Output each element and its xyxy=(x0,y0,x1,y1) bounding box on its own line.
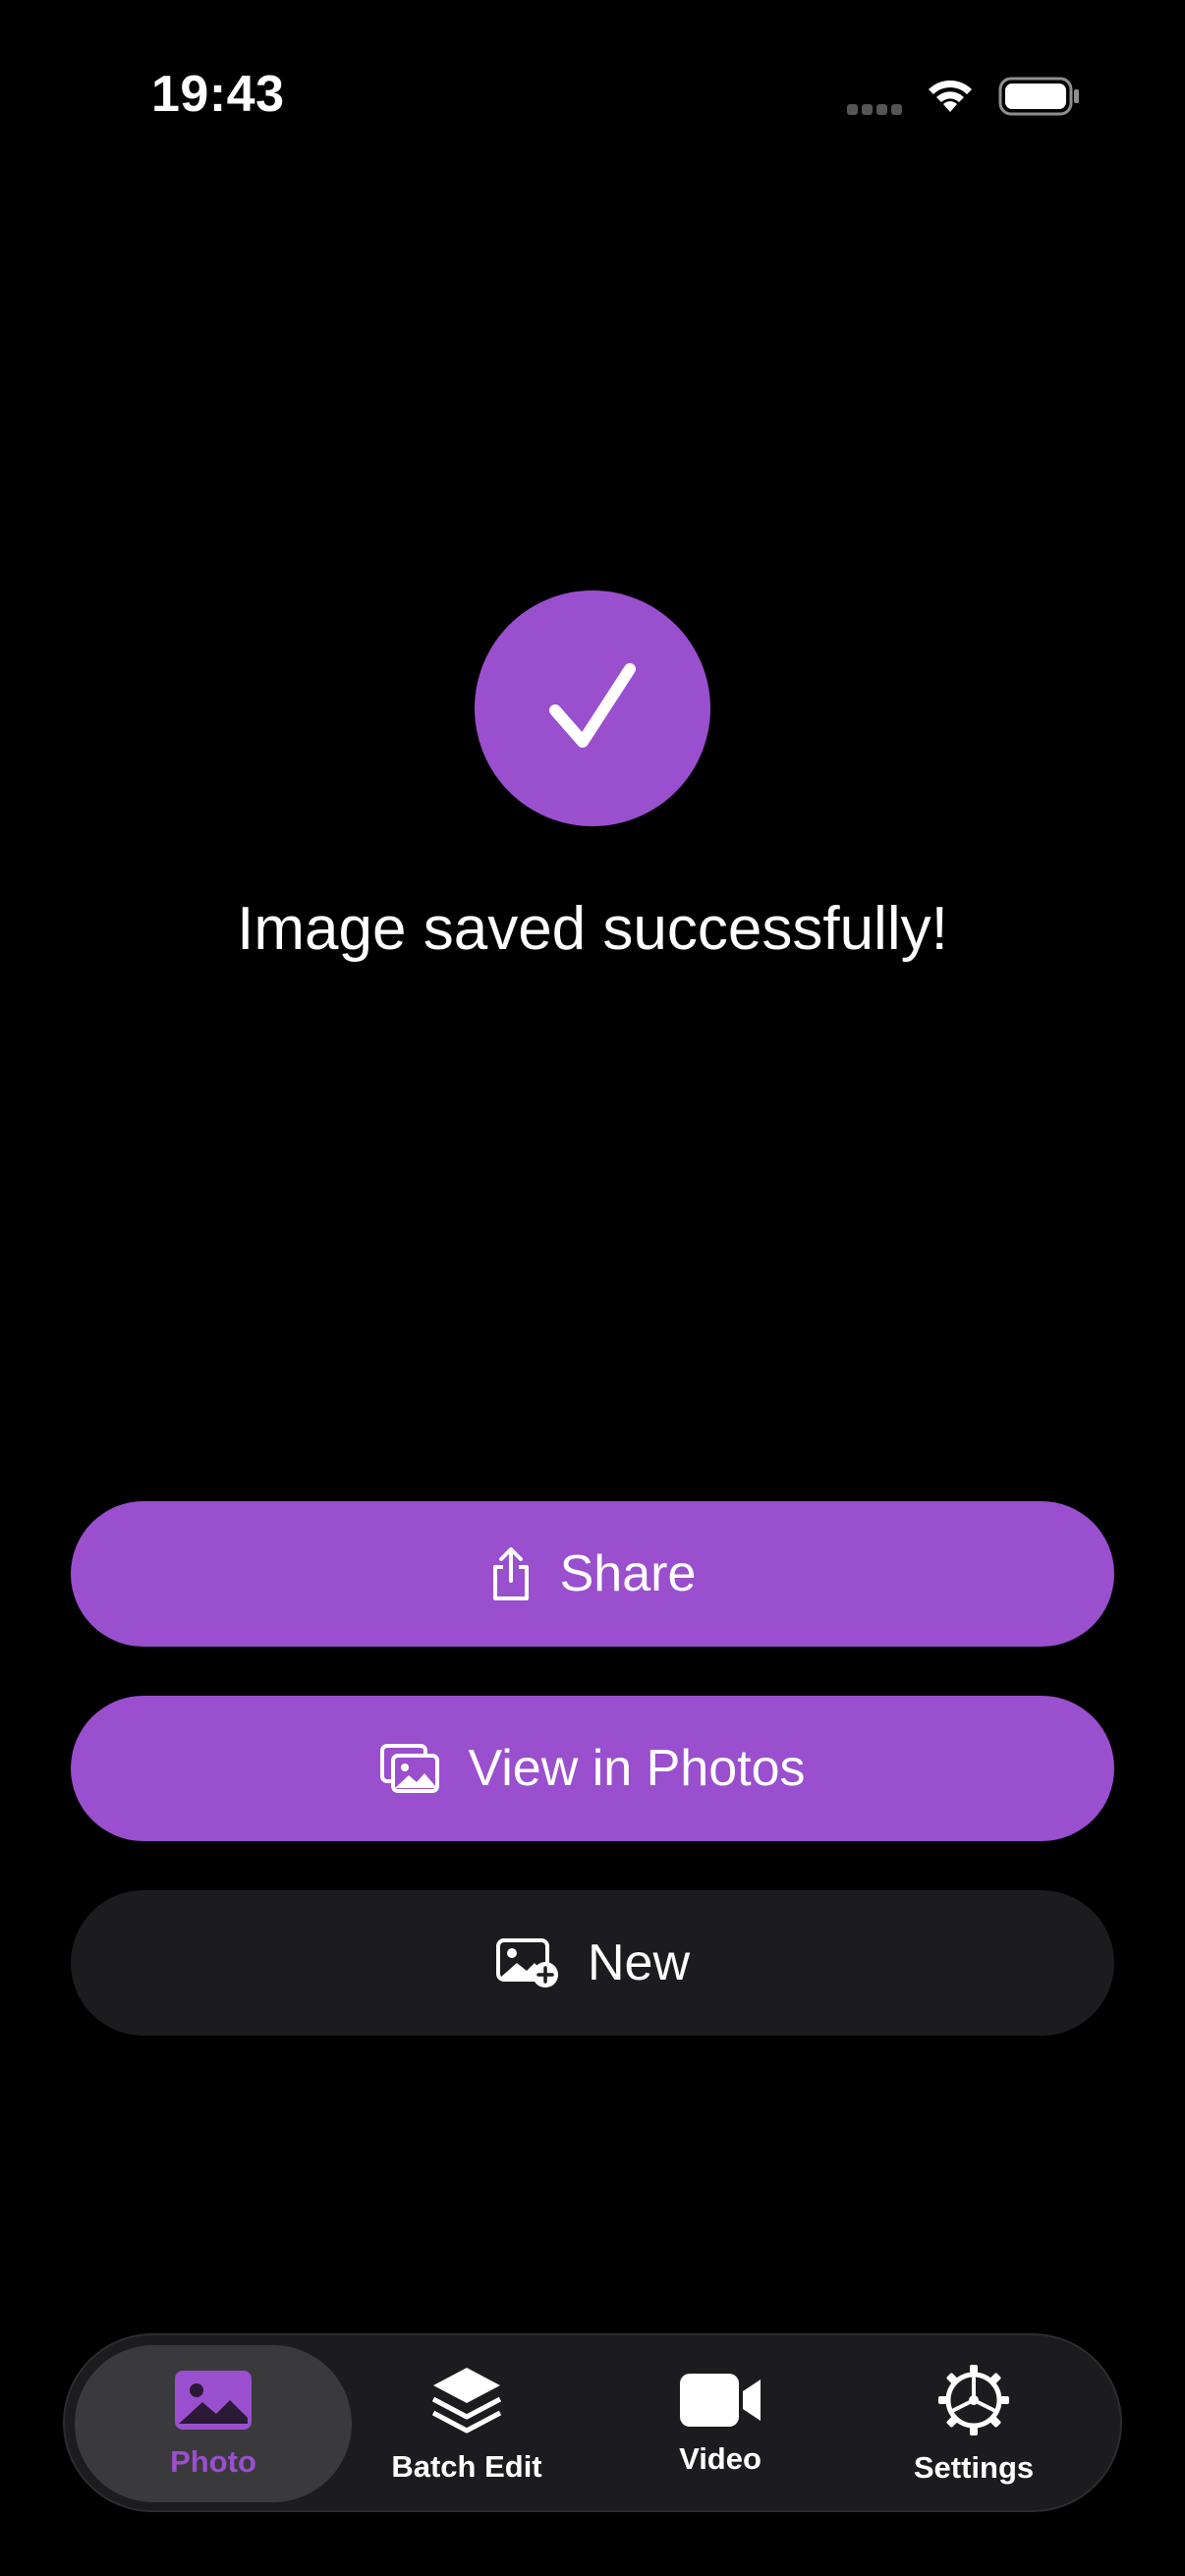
success-message: Image saved successfully! xyxy=(237,895,948,963)
tab-video[interactable]: Video xyxy=(582,2345,859,2502)
wifi-icon xyxy=(924,75,977,119)
battery-icon xyxy=(998,77,1081,121)
stack-icon xyxy=(429,2364,504,2441)
tab-photo[interactable]: Photo xyxy=(75,2345,352,2502)
share-button[interactable]: Share xyxy=(71,1501,1114,1647)
tab-bar: Photo Batch Edit Video Settings xyxy=(63,2333,1122,2512)
tab-photo-label: Photo xyxy=(170,2443,256,2479)
status-time: 19:43 xyxy=(151,66,285,123)
new-label: New xyxy=(587,1934,691,1991)
tab-settings[interactable]: Settings xyxy=(835,2345,1112,2502)
video-camera-icon xyxy=(678,2372,762,2434)
add-photo-icon xyxy=(495,1937,560,1988)
photo-stack-icon xyxy=(379,1743,440,1794)
checkmark-icon xyxy=(549,663,636,748)
share-label: Share xyxy=(559,1545,697,1602)
view-in-photos-button[interactable]: View in Photos xyxy=(71,1696,1114,1841)
new-button[interactable]: New xyxy=(71,1890,1114,2036)
view-in-photos-label: View in Photos xyxy=(468,1740,806,1797)
gear-icon xyxy=(936,2363,1011,2442)
share-icon xyxy=(489,1545,533,1602)
tab-batch-edit[interactable]: Batch Edit xyxy=(328,2345,605,2502)
photo-icon xyxy=(173,2369,254,2436)
tab-batch-edit-label: Batch Edit xyxy=(391,2448,542,2484)
tab-video-label: Video xyxy=(679,2440,762,2476)
tab-settings-label: Settings xyxy=(913,2449,1035,2485)
success-checkmark-badge xyxy=(475,590,710,826)
cellular-signal-icon xyxy=(847,102,906,120)
